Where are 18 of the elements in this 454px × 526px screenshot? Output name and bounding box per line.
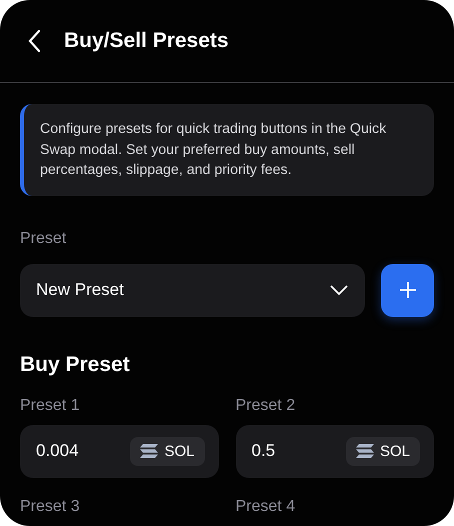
field-label: Preset	[20, 230, 68, 248]
amount-field[interactable]: 0.5 SOL	[236, 424, 434, 478]
token-badge: SOL	[346, 436, 420, 466]
plus-icon	[398, 281, 416, 299]
amount-field[interactable]: 0.004 SOL	[20, 424, 218, 478]
info-message: Configure presets for quick trading buttons in the Quick Swap modal. Set your preferred buy amounts, sell percentages, slippage, and priority fees.	[20, 104, 434, 196]
page-title: Buy/Sell Presets	[64, 29, 229, 53]
field-label: Preset 1	[20, 396, 81, 414]
field-label: Preset 3	[20, 498, 81, 516]
field-label: Preset 4	[236, 498, 296, 516]
token-icon	[140, 444, 158, 458]
preset-dropdown[interactable]: New Preset	[20, 264, 365, 316]
chevron-down-icon	[329, 284, 349, 296]
token-icon	[356, 444, 374, 458]
token-badge: SOL	[130, 436, 204, 466]
field-label: Preset 2	[236, 396, 296, 414]
section-title: Buy Preset	[20, 352, 131, 376]
add-button[interactable]	[381, 264, 434, 316]
